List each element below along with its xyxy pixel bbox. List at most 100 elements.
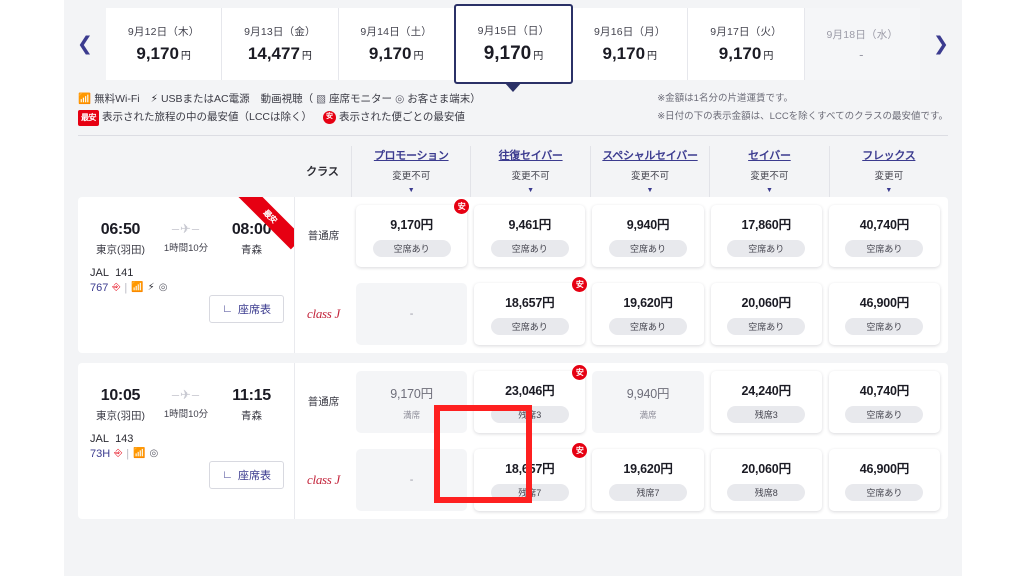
fare-type-link[interactable]: フレックス: [862, 147, 915, 163]
fare-change-rule: 変更可: [874, 170, 904, 182]
prev-dates-button[interactable]: ❮: [64, 8, 106, 80]
seat-status: 空席あり: [845, 484, 924, 502]
date-card-4[interactable]: 9月16日（月） 9,170 円: [572, 8, 689, 80]
fare-type-link[interactable]: 往復セイバー: [499, 147, 563, 163]
fare-column-2: スペシャルセイバー 変更不可 ▼: [589, 145, 709, 197]
date-card-0[interactable]: 9月12日（木） 9,170 円: [106, 8, 223, 80]
fare-cells: - 安 18,657円 空席あり 19,620円 空席あり 20,060円 空席…: [352, 275, 948, 353]
fare-type-link[interactable]: セイバー: [748, 147, 791, 163]
cabin-label: class J: [307, 305, 340, 321]
date-selector: ❮ 9月12日（木） 9,170 円 9月13日（金） 14,477 円 9月14日…: [64, 0, 962, 84]
legend-power-label: USBまたはAC電源: [160, 93, 250, 105]
date-card-2[interactable]: 9月14日（土） 9,170 円: [338, 8, 455, 80]
fare-amount: 20,060円: [741, 296, 792, 311]
fare-cell-4[interactable]: 40,740円 空席あり: [828, 204, 941, 267]
seat-status: 空席あり: [727, 240, 806, 258]
wifi-icon: 📶: [131, 282, 144, 294]
fare-cell-unavailable-0: -: [356, 448, 468, 511]
seat-status: 満席: [639, 409, 657, 420]
fare-amount: 40,740円: [859, 218, 910, 233]
fare-cell-unavailable-0: -: [356, 282, 468, 345]
departure-airport: 東京(羽田): [95, 409, 145, 422]
departure-time: 06:50: [100, 220, 141, 238]
fare-amount: 18,657円: [505, 296, 555, 311]
fare-cell-4[interactable]: 46,900円 空席あり: [828, 448, 941, 511]
fare-change-rule: 変更不可: [511, 170, 550, 182]
date-card-6[interactable]: 9月18日（水） -: [804, 8, 920, 80]
legend-device-label: お客さま端末）: [407, 93, 481, 105]
legend-wifi-label: 無料Wi-Fi: [94, 93, 140, 105]
fare-cell-soldout-0: 9,170円 満席: [356, 370, 468, 433]
chevron-down-icon[interactable]: ▼: [408, 187, 415, 194]
flight-info: 10:05 東京(羽田) –✈– 1時間10分 11:15 青森 JAL 143…: [78, 363, 294, 519]
fare-amount: 40,740円: [859, 384, 910, 399]
cabin-row-1: class J - 安 18,657円 残席7 19,620円 残席7 20,0…: [295, 441, 948, 519]
fare-amount: 9,461円: [508, 218, 552, 233]
fare-cell-3[interactable]: 20,060円 空席あり: [710, 282, 822, 345]
fare-cell-3[interactable]: 20,060円 残席8: [710, 448, 822, 511]
fare-cell-0[interactable]: 安 9,170円 空席あり: [356, 198, 470, 267]
date-card-price: 14,477 円: [247, 44, 312, 63]
fare-type-link[interactable]: スペシャルセイバー: [602, 147, 698, 163]
fare-cell-3[interactable]: 17,860円 空席あり: [710, 204, 822, 267]
date-card-label: 9月12日（木）: [127, 26, 200, 38]
legend-video-label: 動画視聴（: [260, 93, 314, 105]
fare-cell-1[interactable]: 安 18,657円 残席7: [474, 442, 588, 511]
next-dates-button[interactable]: ❯: [920, 8, 962, 80]
fare-cell-2[interactable]: 9,940円 空席あり: [592, 204, 704, 267]
cheapest-circle-icon: 安: [572, 442, 588, 458]
fare-amount: 9,940円: [626, 386, 670, 401]
fare-amount: 46,900円: [859, 462, 910, 477]
fare-amount: 9,940円: [626, 218, 670, 233]
date-card-1[interactable]: 9月13日（金） 14,477 円: [222, 8, 339, 80]
wifi-icon: 📶: [133, 448, 146, 460]
seat-layout-icon: ⎆: [112, 282, 121, 294]
search-results-page: ❮ 9月12日（木） 9,170 円 9月13日（金） 14,477 円 9月14日…: [64, 0, 962, 576]
personal-device-icon: ◎: [149, 448, 159, 460]
fare-cell-4[interactable]: 40,740円 空席あり: [828, 370, 941, 433]
chevron-down-icon[interactable]: ▼: [766, 187, 773, 194]
fare-cell-1[interactable]: 安 18,657円 空席あり: [474, 276, 588, 345]
flight-card-1: 10:05 東京(羽田) –✈– 1時間10分 11:15 青森 JAL 143…: [78, 362, 948, 519]
fare-amount: 18,657円: [505, 462, 555, 477]
fare-type-link[interactable]: プロモーション: [374, 147, 449, 163]
fare-change-rule: 変更不可: [392, 170, 431, 182]
fare-cell-2[interactable]: 19,620円 残席7: [592, 448, 704, 511]
date-card-label: 9月18日（水）: [826, 28, 899, 41]
seat-map-button[interactable]: ∟ 座席表: [209, 460, 284, 489]
chevron-down-icon[interactable]: ▼: [527, 187, 534, 194]
date-card-list: 9月12日（木） 9,170 円 9月13日（金） 14,477 円 9月14日（土…: [106, 4, 920, 84]
seat-status: 空席あり: [609, 240, 687, 258]
seat-status: 残席3: [490, 406, 569, 424]
fare-amount: 17,860円: [741, 218, 792, 233]
arrival-airport: 青森: [241, 409, 263, 422]
fare-cell-1[interactable]: 9,461円 空席あり: [474, 204, 586, 267]
aircraft-amenities: 73H ⎆ | 📶 ◎: [90, 448, 284, 460]
date-card-3[interactable]: 9月15日（日） 9,170 円: [453, 4, 574, 84]
chevron-down-icon[interactable]: ▼: [885, 187, 892, 194]
date-card-label: 9月13日（金）: [244, 26, 316, 38]
fare-cell-2[interactable]: 19,620円 空席あり: [592, 282, 704, 345]
fare-cell-4[interactable]: 46,900円 空席あり: [828, 282, 941, 345]
seat-map-label: 座席表: [238, 303, 271, 316]
departure-airport: 東京(羽田): [95, 243, 145, 256]
cabin-row-0: 普通席 安 9,170円 空席あり 9,461円 空席あり 9,940円 空席あ…: [295, 197, 948, 275]
seat-map-button[interactable]: ∟ 座席表: [209, 294, 284, 323]
fare-cell-3[interactable]: 24,240円 残席3: [710, 370, 822, 433]
fare-cell-1[interactable]: 安 23,046円 残席3: [474, 364, 588, 433]
chevron-down-icon[interactable]: ▼: [647, 187, 654, 194]
wifi-icon: 📶: [78, 93, 92, 105]
fare-amount: 19,620円: [623, 462, 673, 477]
cabin-label: 普通席: [307, 230, 340, 243]
aircraft-type[interactable]: 767: [90, 282, 108, 294]
date-card-price: -: [859, 46, 864, 62]
divider: |: [126, 447, 130, 460]
aircraft-type[interactable]: 73H: [90, 448, 110, 460]
seat-status: 空席あり: [727, 318, 806, 336]
legend-note-2: ※日付の下の表示金額は、LCCを除くすべてのクラスの最安値です。: [657, 110, 948, 122]
seat-icon: ∟: [222, 302, 233, 315]
date-card-5[interactable]: 9月17日（火） 9,170 円: [688, 8, 805, 80]
fare-amount: 20,060円: [741, 462, 792, 477]
flight-duration: 1時間10分: [163, 242, 209, 254]
fare-cell-soldout-2: 9,940円 満席: [592, 370, 704, 433]
